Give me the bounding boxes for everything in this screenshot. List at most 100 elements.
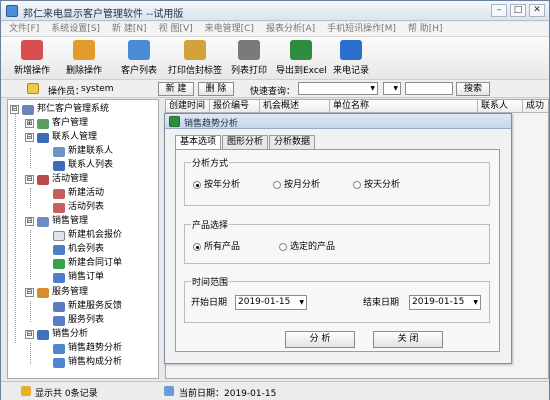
menu-report-analysis[interactable]: 报表分析[A] (266, 22, 315, 36)
list-print-button[interactable]: 列表打印 (230, 40, 268, 76)
customer-list-button[interactable]: 客户列表 (118, 40, 160, 76)
maximize-button[interactable]: □ (510, 4, 526, 17)
print-envelope-button[interactable]: 打印信封标签 (167, 40, 223, 76)
service-icon (37, 287, 49, 298)
menu-sms[interactable]: 手机短讯操作[M] (327, 22, 396, 36)
collapse-icon[interactable]: ⊟ (25, 175, 34, 184)
minimize-button[interactable]: – (491, 4, 507, 17)
quick-query-field-select[interactable] (298, 82, 378, 95)
collapse-icon[interactable]: ⊟ (10, 105, 19, 114)
menu-file[interactable]: 文件[F] (9, 22, 39, 36)
tab-graph-analysis[interactable]: 图形分析 (222, 135, 269, 149)
new-button[interactable]: 新 建 (158, 82, 194, 96)
collapse-icon[interactable]: ⊟ (25, 217, 34, 226)
col-opportunity-summary[interactable]: 机会概述 (260, 100, 330, 113)
contract-icon (53, 258, 65, 269)
trend-chart-icon (53, 343, 65, 354)
tree-node-contact-management[interactable]: ⊟ 联系人管理 (25, 131, 97, 144)
tree-node-new-contact[interactable]: 新建联系人 (53, 145, 113, 158)
radio-by-month[interactable]: 按月分析 (273, 180, 320, 190)
radio-unchecked-icon (353, 180, 361, 189)
radio-unchecked-icon (279, 242, 287, 251)
collapse-icon[interactable]: ⊟ (25, 133, 34, 142)
opportunity-list-icon (53, 244, 65, 255)
window-title: 邦仁来电显示客户管理软件 --试用版 (23, 9, 184, 20)
tree-node-new-service-feedback[interactable]: 新建服务反馈 (53, 300, 122, 313)
delete-operation-button[interactable]: 删除操作 (63, 40, 105, 76)
analysis-mode-title: 分析方式 (191, 156, 230, 169)
tree-node-sales-composition-analysis[interactable]: 销售构成分析 (53, 356, 122, 369)
radio-all-products[interactable]: 所有产品 (193, 242, 240, 252)
col-quote-number[interactable]: 报价编号 (210, 100, 260, 113)
call-records-button[interactable]: 来电记录 (332, 40, 370, 76)
menu-call-management[interactable]: 来电管理[C] (205, 22, 254, 36)
search-button[interactable]: 搜索 (456, 82, 490, 96)
col-success[interactable]: 成功 (523, 100, 548, 113)
col-created-time[interactable]: 创建时间 (166, 100, 210, 113)
tab-analysis-data[interactable]: 分析数据 (269, 135, 316, 149)
tree-node-activity-management[interactable]: ⊟ 活动管理 (25, 173, 88, 186)
menu-view[interactable]: 视 图[V] (159, 22, 193, 36)
tree-root-line (15, 113, 16, 343)
tree-node-new-opportunity[interactable]: 新建机会报价 (53, 229, 122, 242)
expand-icon[interactable]: ⊞ (25, 119, 34, 128)
time-range-group: 时间范围 开始日期 2019-01-15 结束日期 2019-01-15 (184, 275, 490, 323)
end-date-picker[interactable]: 2019-01-15 (409, 295, 481, 310)
tree-node-sales-management[interactable]: ⊟ 销售管理 (25, 215, 88, 228)
delete-hand-icon (73, 40, 95, 60)
tree-node-opportunity-list[interactable]: 机会列表 (53, 243, 104, 256)
tree-node-sales-order[interactable]: 销售订单 (53, 271, 104, 284)
col-company-name[interactable]: 单位名称 (330, 100, 478, 113)
quick-query-operator-select[interactable] (383, 82, 401, 95)
menu-help[interactable]: 帮 助[H] (408, 22, 443, 36)
tree-node-sales-trend-analysis[interactable]: 销售趋势分析 (53, 342, 122, 355)
time-range-title: 时间范围 (191, 275, 230, 288)
tree-node-service-management[interactable]: ⊟ 服务管理 (25, 286, 88, 299)
radio-by-day[interactable]: 按天分析 (353, 180, 400, 190)
menu-settings[interactable]: 系统设置[S] (51, 22, 100, 36)
new-activity-icon (53, 188, 65, 199)
menu-new[interactable]: 新 建[N] (112, 22, 147, 36)
delete-button[interactable]: 删 除 (198, 82, 234, 96)
close-button[interactable]: ✕ (529, 4, 545, 17)
tree-node-service-list[interactable]: 服务列表 (53, 314, 104, 327)
add-operation-button[interactable]: 新增操作 (11, 40, 53, 76)
navigation-tree: ⊟ 邦仁客户管理系统 ⊞ 客户管理 ⊟ 联系人管理 新建联系人 联系人列表 ⊟ 活动管理… (7, 99, 159, 379)
operator-icon (27, 83, 39, 94)
dialog-title: 销售趋势分析 (184, 119, 239, 129)
collapse-icon[interactable]: ⊟ (25, 288, 34, 297)
start-date-label: 开始日期 (191, 298, 228, 308)
tree-node-activity-list[interactable]: 活动列表 (53, 201, 104, 214)
tree-branch-analysis (30, 343, 31, 364)
col-contact[interactable]: 联系人 (478, 100, 523, 113)
collapse-icon[interactable]: ⊟ (25, 330, 34, 339)
tree-node-contact-list[interactable]: 联系人列表 (53, 159, 113, 172)
tree-node-sales-analysis[interactable]: ⊟ 销售分析 (25, 328, 88, 341)
close-dialog-button[interactable]: 关 闭 (373, 331, 443, 348)
tree-node-root[interactable]: ⊟ 邦仁客户管理系统 (10, 103, 109, 116)
excel-export-icon (290, 40, 312, 60)
dialog-title-bar[interactable]: 销售趋势分析 (165, 114, 511, 129)
toolbar: 新增操作 删除操作 客户列表 打印信封标签 列表打印 导出到Excel 来电记录 (1, 37, 549, 80)
sales-icon (37, 216, 49, 227)
radio-by-year[interactable]: 按年分析 (193, 180, 240, 190)
radio-unchecked-icon (273, 180, 281, 189)
radio-selected-products[interactable]: 选定的产品 (279, 242, 335, 252)
analyze-button[interactable]: 分 析 (285, 331, 355, 348)
service-list-icon (53, 315, 65, 326)
tree-node-customer-management[interactable]: ⊞ 客户管理 (25, 117, 88, 130)
status-bar: 显示共 0条记录 当前日期：2019-01-15 (1, 381, 549, 400)
tab-basic-options[interactable]: 基本选项 (175, 135, 222, 150)
customer-list-icon (128, 40, 150, 60)
dialog-tabs: 基本选项 图形分析 分析数据 (175, 135, 316, 150)
export-excel-button[interactable]: 导出到Excel (276, 40, 327, 76)
product-select-title: 产品选择 (191, 218, 230, 231)
add-user-icon (21, 40, 43, 60)
start-date-picker[interactable]: 2019-01-15 (235, 295, 307, 310)
title-bar[interactable]: 邦仁来电显示客户管理软件 --试用版 – □ ✕ (1, 1, 549, 21)
quick-query-input[interactable] (405, 82, 453, 95)
tree-node-new-activity[interactable]: 新建活动 (53, 187, 104, 200)
tree-node-new-contract[interactable]: 新建合同订单 (53, 257, 122, 270)
contact-list-icon (53, 160, 65, 171)
analysis-icon (37, 329, 49, 340)
